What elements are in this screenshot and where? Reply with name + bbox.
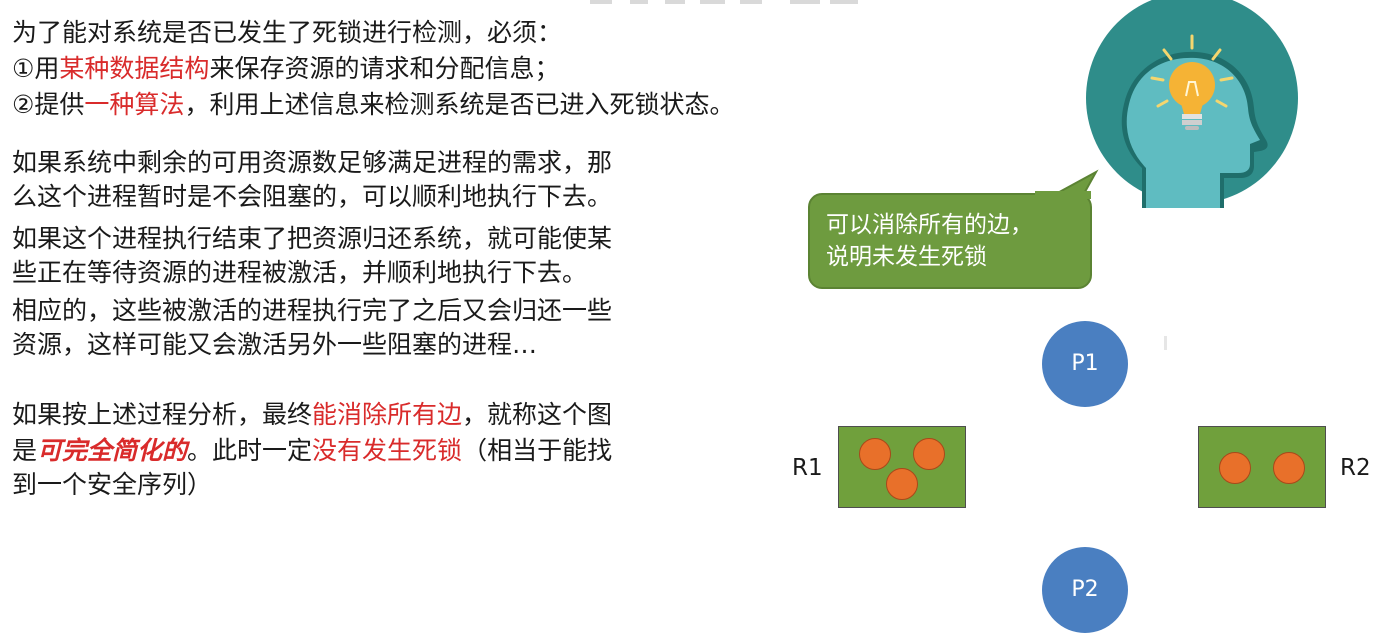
conclusion-line3: 到一个安全序列） [12,470,213,499]
resource-instance [859,438,891,470]
conclusion-l1-highlight: 能消除所有边 [312,400,463,429]
req1-suffix: 来保存资源的请求和分配信息； [209,54,560,83]
req2-prefix: ②提供 [12,90,85,119]
conclusion-line2: 是可完全简化的。此时一定没有发生死锁（相当于能找 [12,434,612,468]
req2-highlight: 一种算法 [84,90,185,119]
resource-label-r1: R1 [792,455,823,481]
resource-node-r1 [838,426,966,508]
para1-line1: 如果系统中剩余的可用资源数足够满足进程的需求，那 [12,148,613,177]
resource-instance [913,438,945,470]
para2-line1: 如果这个进程执行结束了把资源归还系统，就可能使某 [12,224,613,253]
conclusion-l2-suffix: （相当于能找 [462,436,613,465]
req1-prefix: ①用 [12,54,60,83]
para3-line2: 资源，这样可能又会激活另外一些阻塞的进程… [12,330,538,359]
req1-highlight: 某种数据结构 [59,54,210,83]
para1-line2: 么这个进程暂时是不会阻塞的，可以顺利地执行下去。 [12,182,613,211]
requirement-1: ①用某种数据结构来保存资源的请求和分配信息； [12,52,559,86]
bubble-tail-cover [1035,191,1091,199]
speech-bubble: 可以消除所有的边， 说明未发生死锁 [808,193,1092,289]
requirement-2: ②提供一种算法，利用上述信息来检测系统是否已进入死锁状态。 [12,88,734,122]
intro-line: 为了能对系统是否已发生了死锁进行检测，必须： [12,16,562,50]
para2-line2: 些正在等待资源的进程被激活，并顺利地执行下去。 [12,258,588,287]
conclusion-l2-prefix: 是 [12,436,38,465]
artifact-speck [1164,336,1167,350]
para3-line1: 相应的，这些被激活的进程执行完了之后又会归还一些 [12,296,613,325]
conclusion-l2-mid: 。此时一定 [187,436,313,465]
bubble-line2: 说明未发生死锁 [826,244,987,270]
resource-label-r2: R2 [1340,455,1371,481]
fully-reducible-term: 可完全简化的 [37,436,188,465]
resource-instance [1273,452,1305,484]
process-node-p2: P2 [1042,547,1128,633]
resource-instance [1219,452,1251,484]
conclusion-l1-suffix: ，就称这个图 [462,400,613,429]
process-node-p1: P1 [1042,321,1128,407]
conclusion-l1-prefix: 如果按上述过程分析，最终 [12,400,313,429]
intro-text: 为了能对系统是否已发生了死锁进行检测，必须： [12,18,563,47]
head-lightbulb-icon [1084,0,1302,208]
resource-node-r2 [1198,426,1326,508]
req2-suffix: ，利用上述信息来检测系统是否已进入死锁状态。 [184,90,735,119]
conclusion-line1: 如果按上述过程分析，最终能消除所有边，就称这个图 [12,398,612,432]
bubble-line1: 可以消除所有的边， [826,212,1033,238]
resource-instance [886,468,918,500]
no-deadlock-highlight: 没有发生死锁 [312,436,463,465]
